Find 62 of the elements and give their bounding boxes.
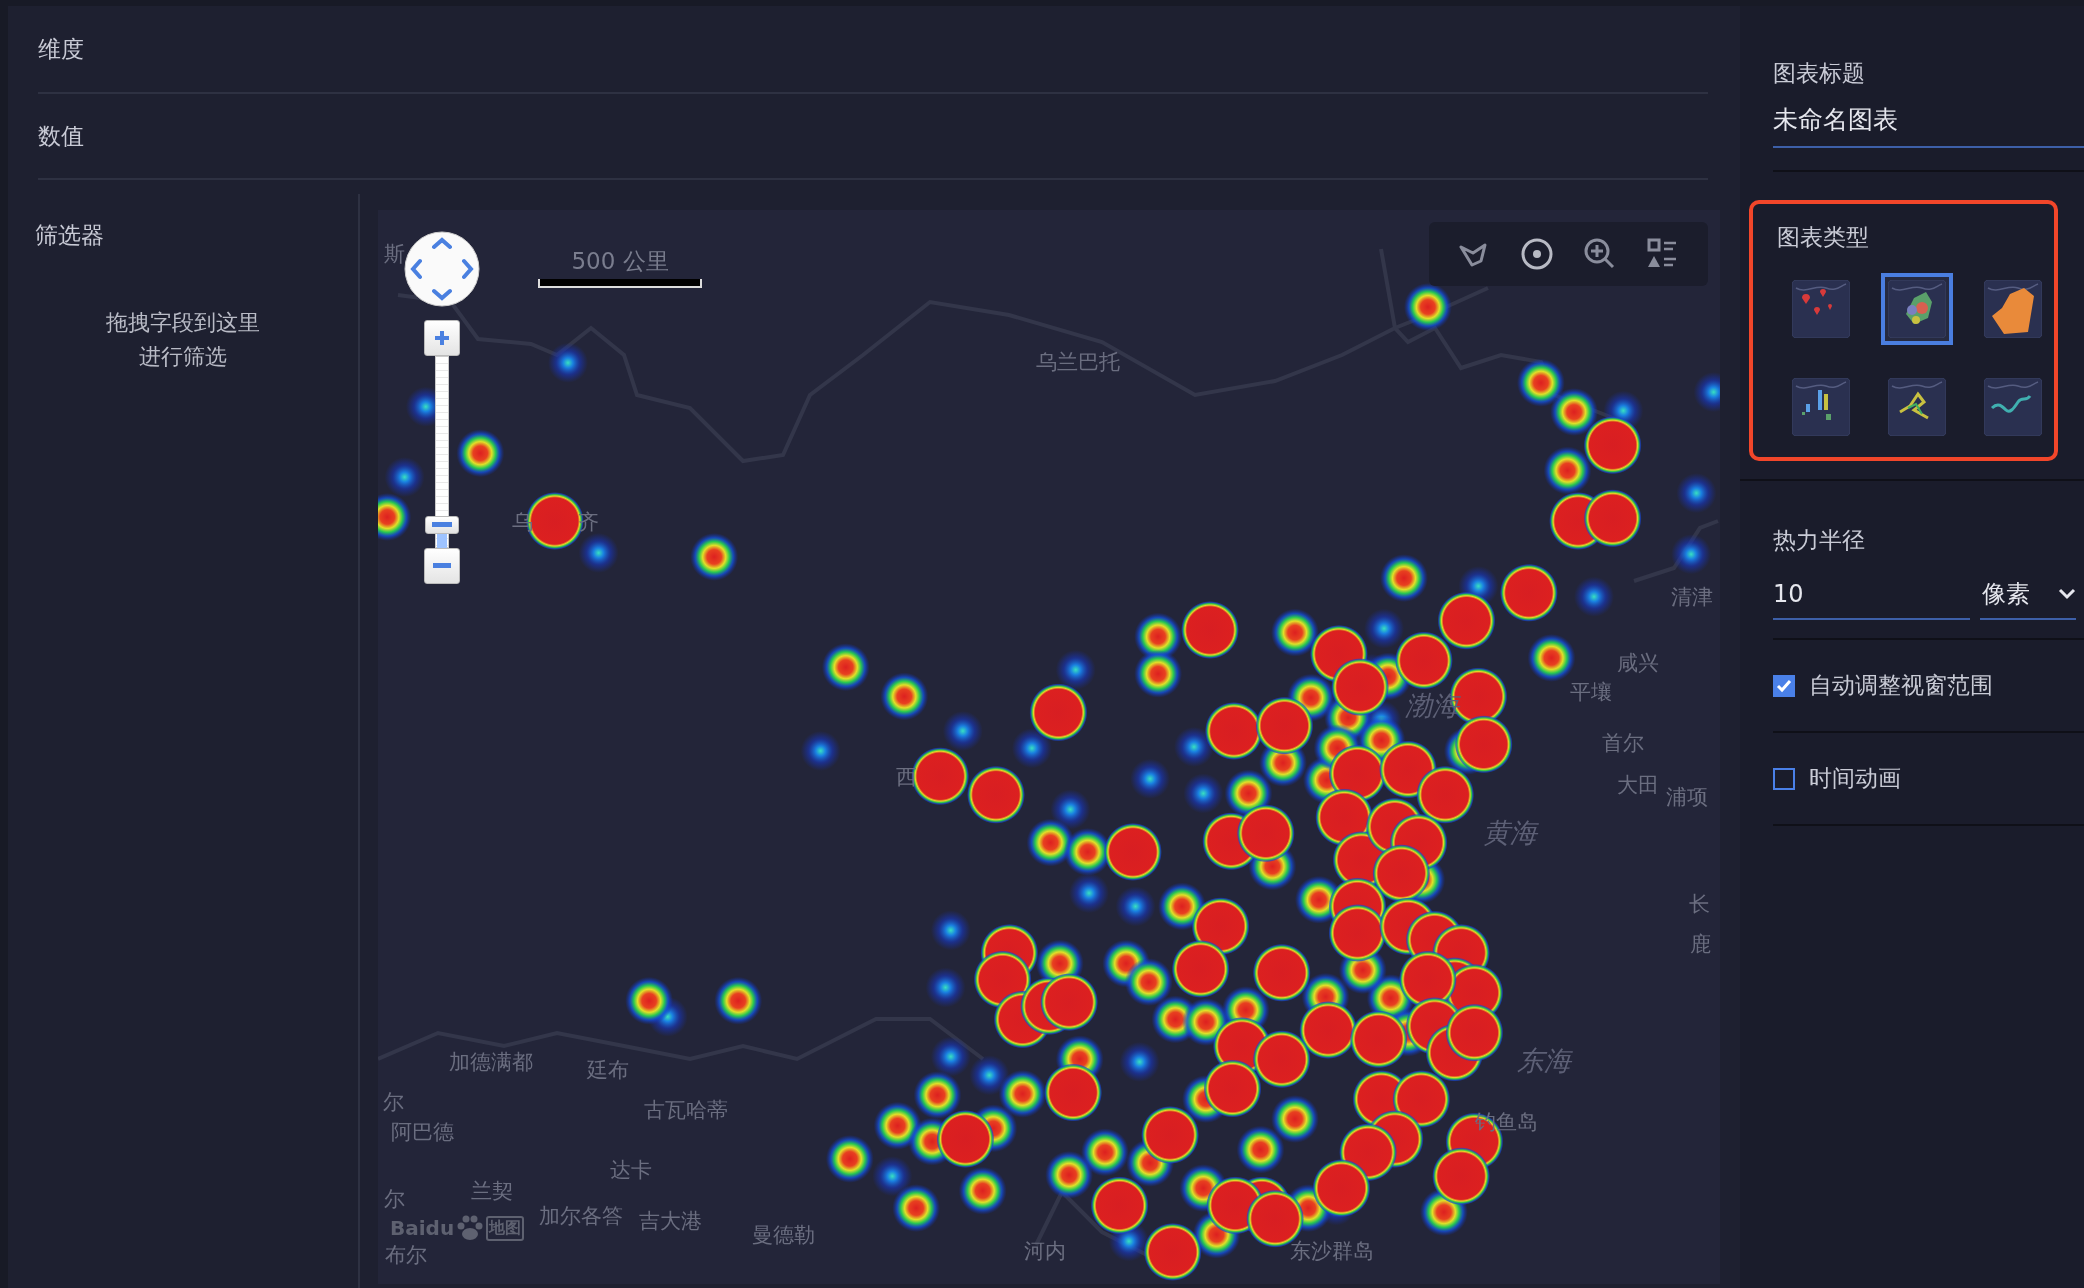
chart-type-option[interactable]: [1881, 273, 1953, 345]
city-label: 达卡: [610, 1157, 652, 1184]
radius-input[interactable]: 10: [1773, 570, 1970, 620]
field-label: 维度: [38, 34, 84, 64]
option-label: 自动调整视窗范围: [1809, 671, 1993, 700]
scatter-map-thumbnail-icon: [1984, 280, 2042, 338]
city-label: 廷布: [587, 1057, 629, 1084]
pan-control[interactable]: [403, 230, 481, 308]
plus-icon: [433, 329, 451, 347]
city-label: 大田: [1617, 772, 1659, 799]
chart-title-field[interactable]: 未命名图表: [1773, 89, 2084, 148]
city-label: 尔: [382, 1089, 404, 1116]
city-label: 吉大港: [638, 1208, 702, 1235]
chart-title-label: 图表标题: [1773, 59, 1866, 88]
drop-hint: 拖拽字段到这里: [106, 309, 260, 337]
city-label: 尔: [383, 1186, 405, 1213]
scale-label: 500 公里: [571, 247, 669, 276]
sea-label: 黄海: [1483, 816, 1537, 850]
city-label: 加德满都: [449, 1049, 533, 1076]
line-map-thumbnail-icon: [1984, 378, 2042, 436]
city-label: 河内: [1024, 1238, 1066, 1265]
zoom-slider[interactable]: [424, 356, 460, 548]
city-label: 斯: [383, 241, 405, 268]
logo-text: Baidu: [390, 1216, 455, 1240]
city-label: 乌兰巴托: [1036, 349, 1120, 376]
zoom-slider-thumb[interactable]: [425, 515, 459, 534]
city-label: 布尔: [385, 1242, 427, 1269]
target-icon[interactable]: [1520, 237, 1555, 271]
checkbox[interactable]: [1773, 767, 1795, 790]
zoom-in-icon[interactable]: [1582, 237, 1617, 271]
unit-select[interactable]: 像素: [1980, 570, 2076, 620]
chart-type-label: 图表类型: [1777, 223, 1870, 252]
city-label: 平壤: [1570, 679, 1612, 706]
city-label: 古瓦哈蒂: [644, 1097, 728, 1124]
city-label: 鹿: [1689, 931, 1711, 958]
sea-label: 东海: [1517, 1044, 1571, 1078]
checkbox[interactable]: [1773, 674, 1795, 697]
city-label: 首尔: [1602, 730, 1644, 757]
city-label: 长: [1688, 891, 1710, 918]
minus-icon: [433, 563, 451, 569]
grip-icon: [432, 521, 452, 528]
city-label: 清津: [1671, 584, 1713, 611]
logo-suffix: 地图: [486, 1215, 525, 1241]
option-label: 时间动画: [1809, 764, 1901, 793]
heat-radius-label: 热力半径: [1773, 526, 1866, 555]
zoom-in-button[interactable]: [424, 320, 460, 356]
city-label: 东沙群岛: [1290, 1238, 1374, 1265]
field-label: 数值: [38, 121, 84, 151]
city-label: 浦项: [1666, 784, 1708, 811]
heat-map-thumbnail-icon: [1888, 280, 1946, 338]
chevron-down-icon: [2058, 588, 2076, 600]
filter-title: 筛选器: [35, 221, 105, 250]
column-map-thumbnail-icon: [1792, 378, 1850, 436]
marker-map-thumbnail-icon: [1792, 280, 1850, 338]
city-label: 兰契: [471, 1178, 513, 1205]
city-label: 阿巴德: [390, 1119, 454, 1146]
city-label: 曼德勒: [751, 1222, 815, 1249]
city-label: 咸兴: [1617, 650, 1659, 677]
drop-hint: 进行筛选: [139, 343, 227, 371]
trajectory-map-thumbnail-icon: [1888, 378, 1946, 436]
city-label: 加尔各答: [539, 1203, 623, 1230]
zoom-out-button[interactable]: [424, 548, 460, 584]
